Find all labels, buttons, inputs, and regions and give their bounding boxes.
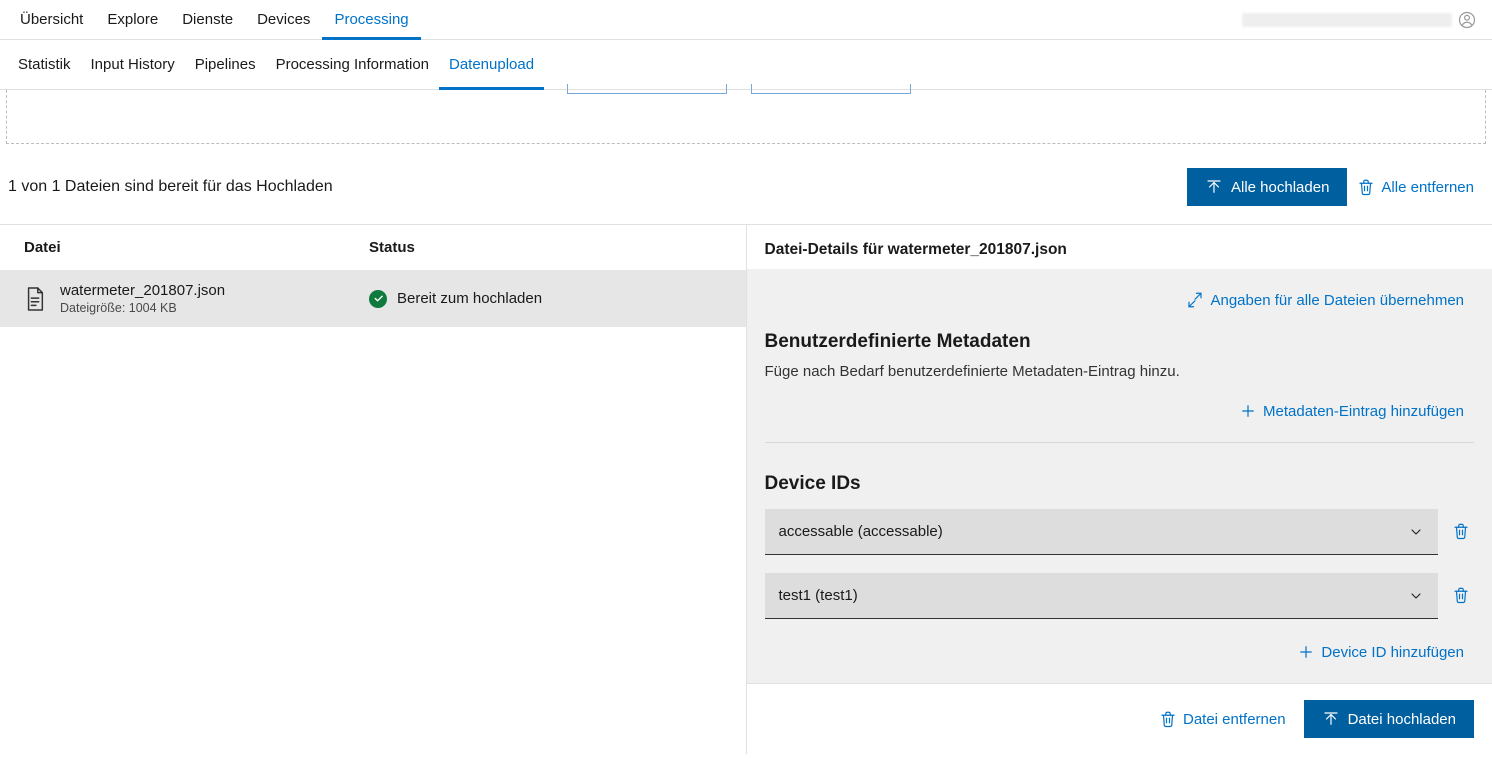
plus-icon bbox=[1297, 643, 1315, 661]
add-device-button[interactable]: Device ID hinzufügen bbox=[1287, 635, 1474, 669]
dropzone-fragment bbox=[6, 90, 1486, 144]
column-headers: Datei Status bbox=[0, 225, 746, 270]
device-select[interactable]: accessable (accessable) bbox=[765, 509, 1439, 555]
subnav-processing-info[interactable]: Processing Information bbox=[266, 40, 439, 90]
upload-status-text: 1 von 1 Dateien sind bereit für das Hoch… bbox=[8, 178, 333, 196]
remove-file-label: Datei entfernen bbox=[1183, 711, 1286, 728]
device-select-value: test1 (test1) bbox=[779, 587, 858, 604]
chevron-down-icon bbox=[1408, 524, 1424, 540]
subnav-input-history[interactable]: Input History bbox=[81, 40, 185, 90]
upload-statusbar: 1 von 1 Dateien sind bereit für das Hoch… bbox=[0, 144, 1492, 224]
file-icon bbox=[24, 286, 46, 312]
remove-device-button[interactable] bbox=[1448, 518, 1474, 547]
details-footer: Datei entfernen Datei hochladen bbox=[747, 683, 1492, 754]
remove-all-button[interactable]: Alle entfernen bbox=[1347, 170, 1484, 204]
metadata-title: Benutzerdefinierte Metadaten bbox=[765, 331, 1475, 353]
remove-file-button[interactable]: Datei entfernen bbox=[1149, 702, 1296, 736]
file-size: Dateigröße: 1004 KB bbox=[60, 301, 369, 315]
nav-overview[interactable]: Übersicht bbox=[8, 0, 95, 40]
user-area[interactable] bbox=[1242, 11, 1484, 29]
device-ids-title: Device IDs bbox=[765, 473, 1475, 495]
trash-icon bbox=[1452, 522, 1470, 540]
subnav-statistik[interactable]: Statistik bbox=[8, 40, 81, 90]
upload-file-button[interactable]: Datei hochladen bbox=[1304, 700, 1474, 738]
ghost-button bbox=[567, 84, 727, 94]
col-header-file: Datei bbox=[24, 239, 369, 256]
plus-icon bbox=[1239, 402, 1257, 420]
upload-file-label: Datei hochladen bbox=[1348, 711, 1456, 728]
device-row: accessable (accessable) bbox=[765, 509, 1475, 555]
nav-processing[interactable]: Processing bbox=[322, 0, 420, 40]
remove-device-button[interactable] bbox=[1448, 582, 1474, 611]
add-metadata-button[interactable]: Metadaten-Eintrag hinzufügen bbox=[1229, 394, 1474, 428]
trash-icon bbox=[1357, 178, 1375, 196]
top-nav: Übersicht Explore Dienste Devices Proces… bbox=[0, 0, 1492, 40]
upload-icon bbox=[1205, 178, 1223, 196]
file-status: Bereit zum hochladen bbox=[369, 290, 542, 308]
trash-icon bbox=[1159, 710, 1177, 728]
ghost-button bbox=[751, 84, 911, 94]
nav-services[interactable]: Dienste bbox=[170, 0, 245, 40]
add-device-label: Device ID hinzufügen bbox=[1321, 644, 1464, 661]
main-panes: Datei Status watermeter_201807.json Date… bbox=[0, 224, 1492, 754]
nav-explore[interactable]: Explore bbox=[95, 0, 170, 40]
device-select[interactable]: test1 (test1) bbox=[765, 573, 1439, 619]
user-icon bbox=[1458, 11, 1476, 29]
add-metadata-label: Metadaten-Eintrag hinzufügen bbox=[1263, 403, 1464, 420]
check-circle-icon bbox=[369, 290, 387, 308]
file-list-pane: Datei Status watermeter_201807.json Date… bbox=[0, 225, 747, 754]
remove-all-label: Alle entfernen bbox=[1381, 179, 1474, 196]
subnav-pipelines[interactable]: Pipelines bbox=[185, 40, 266, 90]
chevron-down-icon bbox=[1408, 588, 1424, 604]
device-list: accessable (accessable) test1 (test1) bbox=[765, 509, 1475, 619]
user-name-placeholder bbox=[1242, 13, 1452, 27]
apply-to-all-button[interactable]: Angaben für alle Dateien übernehmen bbox=[1176, 283, 1474, 317]
nav-devices[interactable]: Devices bbox=[245, 0, 322, 40]
col-header-status: Status bbox=[369, 239, 722, 256]
file-status-text: Bereit zum hochladen bbox=[397, 290, 542, 307]
details-header: Datei-Details für watermeter_201807.json bbox=[747, 225, 1492, 269]
upload-all-button[interactable]: Alle hochladen bbox=[1187, 168, 1347, 206]
trash-icon bbox=[1452, 586, 1470, 604]
file-details-pane: Datei-Details für watermeter_201807.json… bbox=[747, 225, 1492, 754]
subnav-datenupload[interactable]: Datenupload bbox=[439, 40, 544, 90]
metadata-subtitle: Füge nach Bedarf benutzerdefinierte Meta… bbox=[765, 363, 1475, 380]
file-row[interactable]: watermeter_201807.json Dateigröße: 1004 … bbox=[0, 270, 746, 327]
file-name: watermeter_201807.json bbox=[60, 282, 369, 299]
device-row: test1 (test1) bbox=[765, 573, 1475, 619]
apply-icon bbox=[1186, 291, 1204, 309]
apply-to-all-label: Angaben für alle Dateien übernehmen bbox=[1210, 292, 1464, 309]
sub-nav: Statistik Input History Pipelines Proces… bbox=[0, 40, 1492, 90]
upload-all-label: Alle hochladen bbox=[1231, 179, 1329, 196]
upload-icon bbox=[1322, 710, 1340, 728]
device-select-value: accessable (accessable) bbox=[779, 523, 943, 540]
